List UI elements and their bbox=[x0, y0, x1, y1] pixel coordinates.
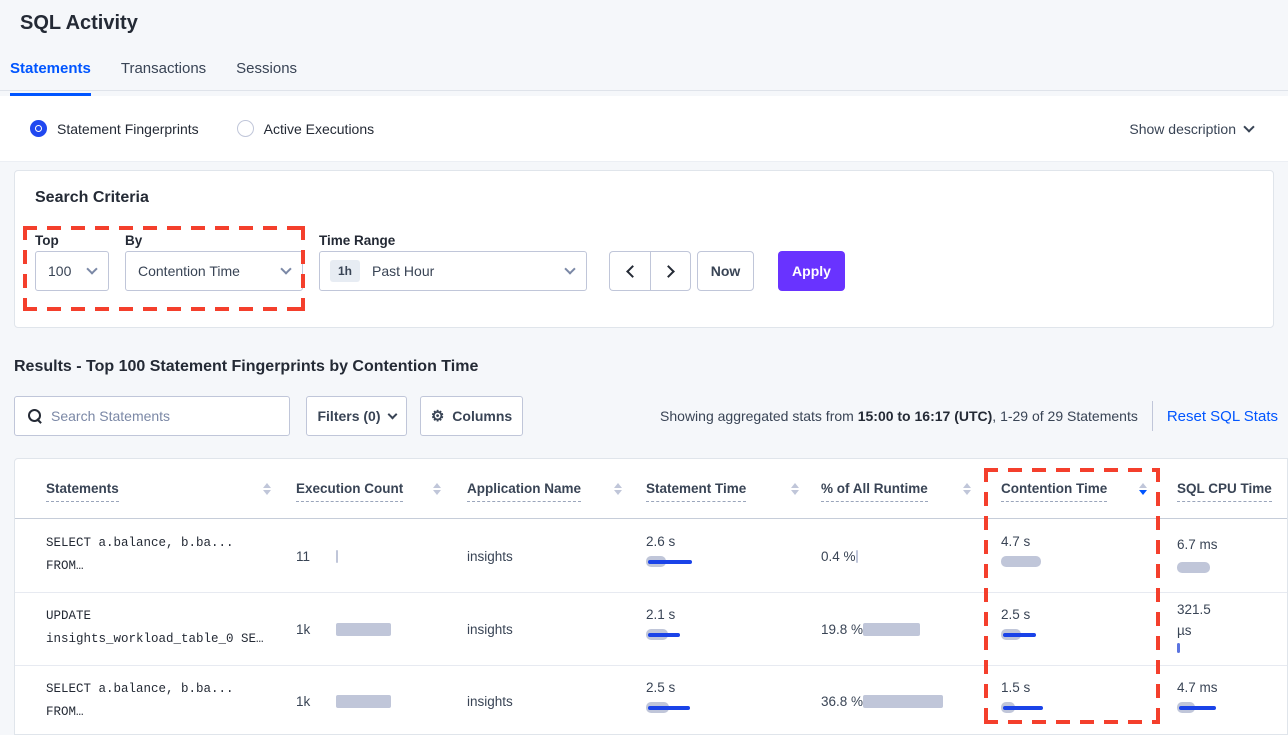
runtime-cell: 19.8 % bbox=[821, 593, 920, 665]
col-header-sql-cpu-time[interactable]: SQL CPU Time bbox=[1177, 481, 1272, 496]
sql-cpu-time-cell: 4.7 ms bbox=[1177, 666, 1218, 735]
contention-time-cell: 1.5 s bbox=[1001, 666, 1030, 735]
search-icon bbox=[27, 408, 43, 424]
page-title: SQL Activity bbox=[20, 12, 138, 35]
col-header-application-name[interactable]: Application Name bbox=[467, 481, 581, 496]
runtime-bar bbox=[863, 695, 943, 708]
table-row[interactable]: SELECT a.balance, b.ba...FROM… 11 insigh… bbox=[15, 520, 1287, 593]
statement-time-cell: 2.5 s bbox=[646, 666, 675, 735]
radio-active-executions-label[interactable]: Active Executions bbox=[264, 121, 375, 137]
by-label: By bbox=[125, 233, 142, 248]
next-time-button[interactable] bbox=[650, 251, 691, 291]
sort-icon-application-name[interactable] bbox=[614, 483, 622, 495]
statement-fingerprint[interactable]: UPDATEinsights_workload_table_0 SE… bbox=[46, 593, 264, 665]
time-range-select[interactable]: 1h Past Hour bbox=[319, 251, 587, 291]
chevron-down-icon bbox=[1243, 121, 1254, 132]
show-description-label: Show description bbox=[1129, 121, 1236, 137]
tab-bar-divider bbox=[0, 90, 1288, 91]
search-statements-box bbox=[14, 396, 290, 436]
sort-icon-contention-time[interactable] bbox=[1139, 483, 1147, 495]
table-row[interactable]: UPDATEinsights_workload_table_0 SE… 1k i… bbox=[15, 593, 1287, 666]
time-range-value: Past Hour bbox=[372, 263, 434, 279]
statement-time-cell: 2.1 s bbox=[646, 593, 675, 665]
sort-icon-execution-count[interactable] bbox=[433, 483, 441, 495]
now-button[interactable]: Now bbox=[697, 251, 754, 291]
view-mode-radios: Statement Fingerprints Active Executions bbox=[30, 96, 374, 161]
chevron-down-icon bbox=[280, 263, 291, 274]
execution-count-cell: 1k bbox=[296, 666, 391, 735]
application-name-cell: insights bbox=[467, 593, 513, 665]
sql-cpu-time-cell: 6.7 ms bbox=[1177, 520, 1218, 592]
radio-active-executions[interactable] bbox=[237, 120, 254, 137]
chevron-right-icon bbox=[662, 265, 675, 278]
view-mode-bar: Statement Fingerprints Active Executions… bbox=[0, 96, 1288, 162]
sort-icon-statement-time[interactable] bbox=[791, 483, 799, 495]
gear-icon: ⚙ bbox=[431, 409, 444, 424]
columns-button[interactable]: ⚙ Columns bbox=[420, 396, 523, 436]
chevron-down-icon bbox=[387, 410, 397, 420]
results-heading: Results - Top 100 Statement Fingerprints… bbox=[14, 358, 478, 376]
sql-cpu-time-cell: 321.5 µs bbox=[1177, 593, 1223, 665]
show-description-toggle[interactable]: Show description bbox=[1129, 96, 1253, 161]
runtime-bar bbox=[856, 550, 858, 563]
statement-fingerprint[interactable]: SELECT a.balance, b.ba...FROM… bbox=[46, 520, 234, 592]
col-header-contention-time[interactable]: Contention Time bbox=[1001, 481, 1107, 496]
table-header-row: Statements Execution Count Application N… bbox=[15, 459, 1287, 519]
col-header-statement-time[interactable]: Statement Time bbox=[646, 481, 746, 496]
prev-time-button[interactable] bbox=[609, 251, 650, 291]
top-label: Top bbox=[35, 233, 59, 248]
chevron-left-icon bbox=[626, 265, 639, 278]
application-name-cell: insights bbox=[467, 520, 513, 592]
vertical-divider bbox=[1152, 401, 1153, 431]
execution-count-cell: 1k bbox=[296, 593, 391, 665]
radio-statement-fingerprints-label[interactable]: Statement Fingerprints bbox=[57, 121, 199, 137]
statement-time-cell: 2.6 s bbox=[646, 520, 675, 592]
apply-button[interactable]: Apply bbox=[778, 251, 845, 291]
contention-time-cell: 2.5 s bbox=[1001, 593, 1030, 665]
search-criteria-panel: Search Criteria Top 100 By Contention Ti… bbox=[14, 170, 1274, 328]
time-range-label: Time Range bbox=[319, 233, 395, 248]
sort-icon-runtime[interactable] bbox=[963, 483, 971, 495]
top-select-value: 100 bbox=[36, 263, 71, 279]
execution-count-bar bbox=[336, 695, 391, 708]
filters-button[interactable]: Filters (0) bbox=[306, 396, 407, 436]
search-criteria-heading: Search Criteria bbox=[35, 189, 149, 207]
runtime-bar bbox=[863, 623, 920, 636]
columns-label: Columns bbox=[452, 408, 512, 424]
chevron-down-icon bbox=[564, 263, 575, 274]
application-name-cell: insights bbox=[467, 666, 513, 735]
runtime-cell: 0.4 % bbox=[821, 520, 858, 592]
by-select[interactable]: Contention Time bbox=[125, 251, 303, 291]
execution-count-bar bbox=[336, 550, 338, 563]
time-nav-group bbox=[609, 251, 691, 291]
radio-statement-fingerprints[interactable] bbox=[30, 120, 47, 137]
col-header-execution-count[interactable]: Execution Count bbox=[296, 481, 403, 496]
chevron-down-icon bbox=[86, 263, 97, 274]
bar-blue bbox=[648, 560, 692, 564]
col-header-statements[interactable]: Statements bbox=[46, 481, 119, 496]
stats-line: Showing aggregated stats from 15:00 to 1… bbox=[660, 396, 1278, 436]
aggregated-stats-text: Showing aggregated stats from 15:00 to 1… bbox=[660, 408, 1138, 424]
execution-count-bar bbox=[336, 623, 391, 636]
reset-sql-stats-link[interactable]: Reset SQL Stats bbox=[1167, 408, 1278, 425]
runtime-cell: 36.8 % bbox=[821, 666, 943, 735]
statements-table: Statements Execution Count Application N… bbox=[14, 458, 1288, 735]
execution-count-cell: 11 bbox=[296, 520, 338, 592]
search-statements-input[interactable] bbox=[51, 408, 261, 424]
time-range-badge: 1h bbox=[330, 260, 360, 282]
top-select[interactable]: 100 bbox=[35, 251, 109, 291]
sort-icon-statements[interactable] bbox=[263, 483, 271, 495]
contention-time-cell: 4.7 s bbox=[1001, 520, 1030, 592]
by-select-value: Contention Time bbox=[126, 263, 240, 279]
filters-label: Filters (0) bbox=[317, 408, 380, 424]
col-header-runtime[interactable]: % of All Runtime bbox=[821, 481, 928, 496]
statement-fingerprint[interactable]: SELECT a.balance, b.ba...FROM… bbox=[46, 666, 234, 735]
table-row[interactable]: SELECT a.balance, b.ba...FROM… 1k insigh… bbox=[15, 666, 1287, 735]
